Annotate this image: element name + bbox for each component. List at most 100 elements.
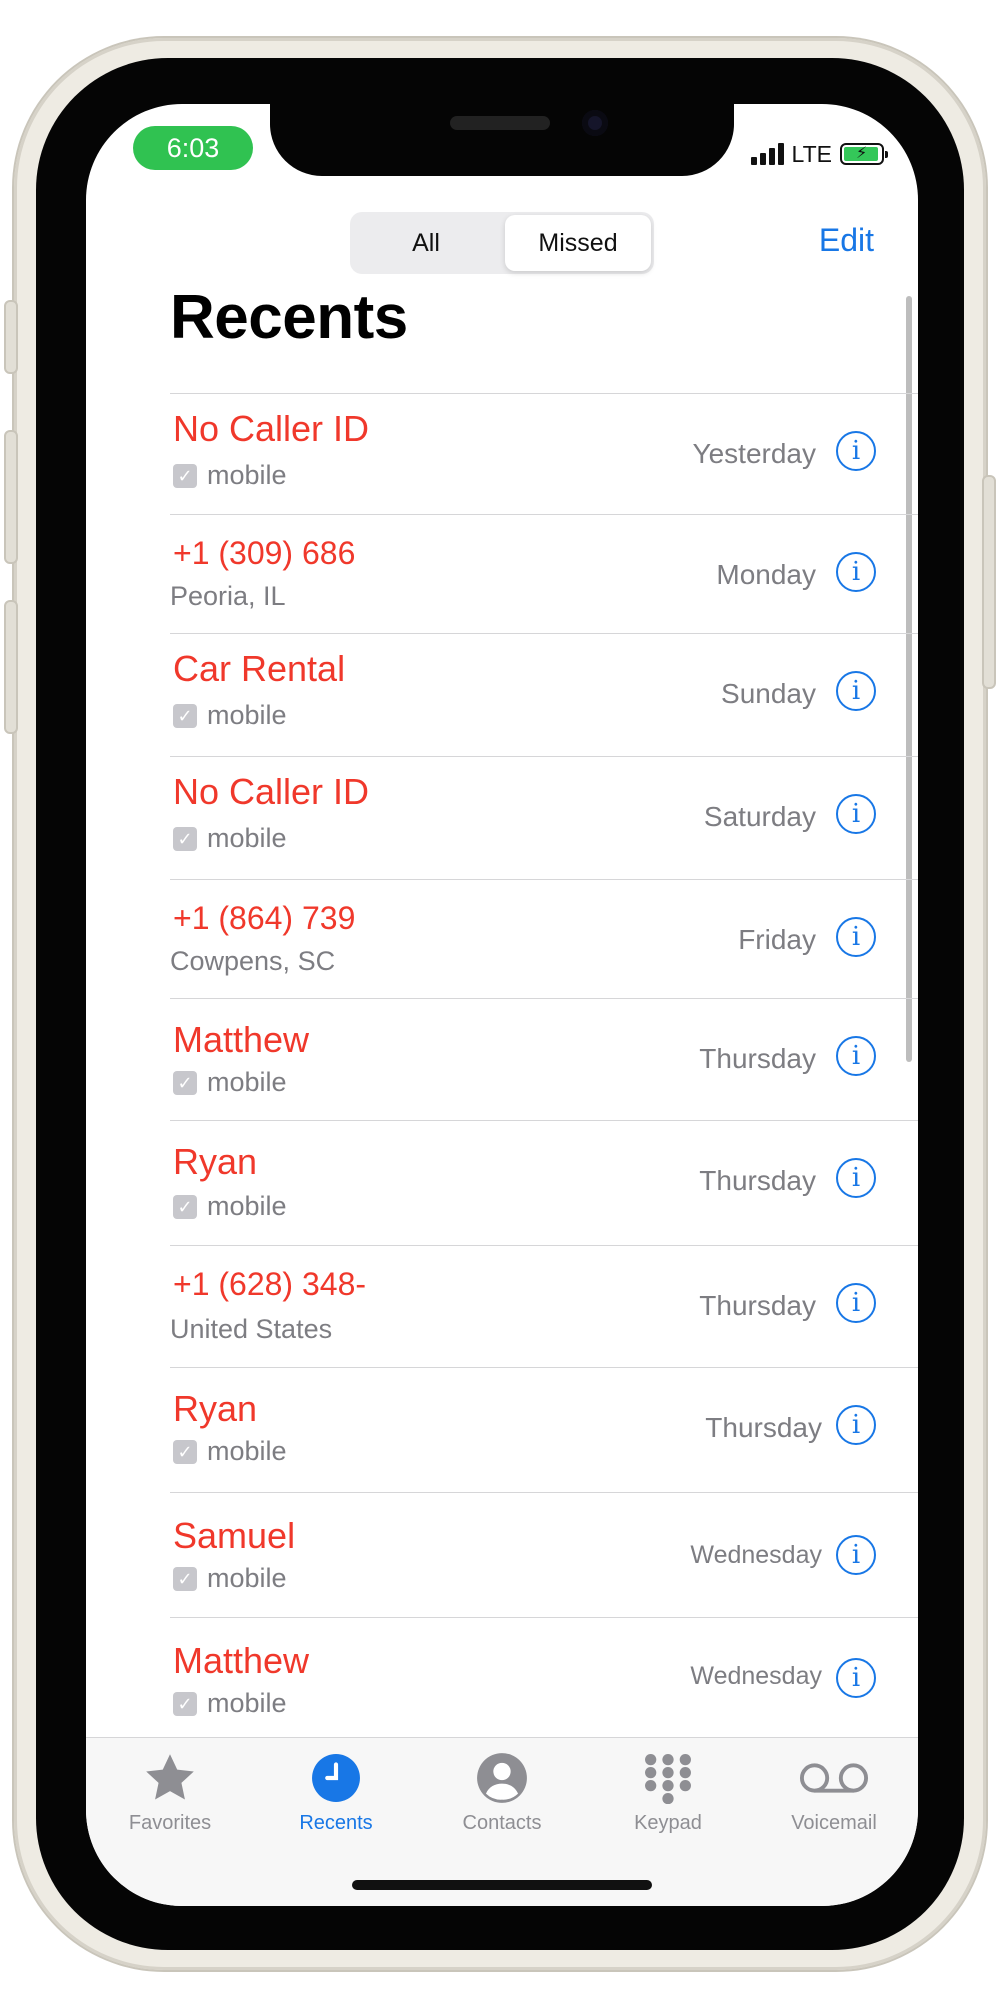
- call-location: United States: [170, 1314, 333, 1344]
- voicemail-icon: [799, 1763, 869, 1793]
- status-indicators: LTE ⚡: [750, 140, 888, 168]
- caller-name: No Caller ID: [173, 771, 370, 812]
- segment-all[interactable]: All: [353, 215, 499, 271]
- call-row[interactable]: Matthew ✓ mobile Thursday i: [170, 998, 918, 1120]
- call-subtitle: ✓ mobile: [173, 1436, 287, 1467]
- phone-screen: 6:03 LTE ⚡ All Missed Edit Recents No Ca…: [86, 104, 918, 1906]
- call-row[interactable]: Ryan ✓ mobile Thursday i: [170, 1120, 918, 1245]
- front-camera: [582, 110, 608, 136]
- call-row[interactable]: No Caller ID ✓ mobile Yesterday i: [170, 393, 918, 514]
- tab-voicemail[interactable]: Voicemail: [764, 1750, 904, 1835]
- caller-name: +1 (864) 739: [173, 900, 356, 936]
- tab-label: Voicemail: [791, 1812, 877, 1834]
- page-title: Recents: [170, 283, 408, 352]
- caller-name: +1 (309) 686: [173, 535, 356, 571]
- call-day: Saturday: [703, 801, 816, 832]
- tab-keypad[interactable]: Keypad: [598, 1750, 738, 1835]
- battery-charging-icon: ⚡: [840, 143, 888, 165]
- call-day: Wednesday: [690, 1541, 822, 1569]
- clock-icon: [312, 1754, 360, 1802]
- tab-label: Recents: [299, 1812, 373, 1834]
- call-day: Friday: [738, 924, 816, 955]
- caller-name: Matthew: [173, 1640, 310, 1681]
- call-subtitle: United States: [170, 1314, 332, 1345]
- info-icon[interactable]: i: [836, 671, 876, 711]
- call-row[interactable]: No Caller ID ✓ mobile Saturday i: [170, 756, 918, 879]
- mute-switch: [4, 300, 18, 374]
- call-subtitle: ✓ mobile: [173, 1563, 287, 1594]
- check-icon: ✓: [173, 703, 197, 728]
- call-day: Thursday: [705, 1412, 822, 1443]
- info-icon[interactable]: i: [836, 431, 876, 471]
- caller-name: +1 (628) 348-: [173, 1266, 367, 1302]
- info-icon[interactable]: i: [836, 552, 876, 592]
- check-icon: ✓: [173, 1070, 197, 1095]
- call-day: Thursday: [699, 1043, 816, 1074]
- tab-bar: Favorites Recents Contacts Keypad Voicem…: [86, 1737, 918, 1906]
- volume-down-button: [4, 600, 18, 734]
- call-type: mobile: [207, 823, 287, 853]
- info-icon[interactable]: i: [836, 1405, 876, 1445]
- check-icon: ✓: [173, 1194, 197, 1219]
- status-time[interactable]: 6:03: [133, 126, 253, 170]
- power-button: [982, 475, 996, 689]
- star-icon: [146, 1754, 194, 1800]
- info-icon[interactable]: i: [836, 1036, 876, 1076]
- caller-name: Ryan: [173, 1388, 258, 1429]
- call-filter-segmented-control: All Missed: [350, 212, 654, 274]
- call-row[interactable]: Matthew ✓ mobile Wednesday i: [170, 1617, 918, 1742]
- call-day: Thursday: [699, 1165, 816, 1196]
- caller-name: Ryan: [173, 1141, 258, 1182]
- check-icon: ✓: [173, 463, 197, 488]
- call-row[interactable]: +1 (628) 348- United States Thursday i: [170, 1245, 918, 1367]
- call-subtitle: ✓ mobile: [173, 460, 287, 491]
- call-day: Thursday: [699, 1290, 816, 1321]
- call-subtitle: ✓ mobile: [173, 1067, 287, 1098]
- info-icon[interactable]: i: [836, 1283, 876, 1323]
- edit-button[interactable]: Edit: [819, 222, 874, 259]
- call-type: mobile: [207, 1688, 287, 1718]
- info-icon[interactable]: i: [836, 1158, 876, 1198]
- volume-up-button: [4, 430, 18, 564]
- call-row[interactable]: +1 (864) 739 Cowpens, SC Friday i: [170, 879, 918, 998]
- tab-recents[interactable]: Recents: [266, 1750, 406, 1835]
- call-row[interactable]: +1 (309) 686 Peoria, IL Monday i: [170, 514, 918, 633]
- info-icon[interactable]: i: [836, 917, 876, 957]
- call-row[interactable]: Samuel ✓ mobile Wednesday i: [170, 1492, 918, 1617]
- call-location: Peoria, IL: [170, 581, 286, 611]
- check-icon: ✓: [173, 1691, 197, 1716]
- home-indicator[interactable]: [352, 1880, 652, 1890]
- caller-name: Samuel: [173, 1515, 296, 1556]
- call-type: mobile: [207, 1067, 287, 1097]
- call-subtitle: ✓ mobile: [173, 823, 287, 854]
- call-type: mobile: [207, 460, 287, 490]
- call-row[interactable]: Ryan ✓ mobile Thursday i: [170, 1367, 918, 1492]
- signal-icon: [750, 143, 784, 165]
- tab-label: Contacts: [462, 1812, 542, 1834]
- tab-favorites[interactable]: Favorites: [100, 1750, 240, 1835]
- call-type: mobile: [207, 1563, 287, 1593]
- call-day: Yesterday: [692, 438, 817, 469]
- info-icon[interactable]: i: [836, 1658, 876, 1698]
- call-subtitle: ✓ mobile: [173, 1688, 287, 1719]
- recents-list: No Caller ID ✓ mobile Yesterday i +1 (309…: [170, 393, 918, 1742]
- network-type: LTE: [791, 140, 832, 167]
- keypad-icon: [645, 1753, 691, 1804]
- caller-name: Matthew: [173, 1019, 310, 1060]
- call-day: Monday: [716, 559, 816, 590]
- call-subtitle: Peoria, IL: [170, 581, 286, 612]
- check-icon: ✓: [173, 1439, 197, 1464]
- info-icon[interactable]: i: [836, 1535, 876, 1575]
- tab-label: Favorites: [128, 1812, 212, 1834]
- person-circle-icon: [477, 1753, 527, 1803]
- call-type: mobile: [207, 700, 287, 730]
- call-row[interactable]: Car Rental ✓ mobile Sunday i: [170, 633, 918, 756]
- call-subtitle: ✓ mobile: [173, 1191, 287, 1222]
- info-icon[interactable]: i: [836, 794, 876, 834]
- call-subtitle: Cowpens, SC: [170, 946, 335, 977]
- tab-contacts[interactable]: Contacts: [432, 1750, 572, 1835]
- segment-missed[interactable]: Missed: [505, 215, 651, 271]
- caller-name: No Caller ID: [173, 408, 370, 449]
- check-icon: ✓: [173, 826, 197, 851]
- notch: [270, 104, 734, 176]
